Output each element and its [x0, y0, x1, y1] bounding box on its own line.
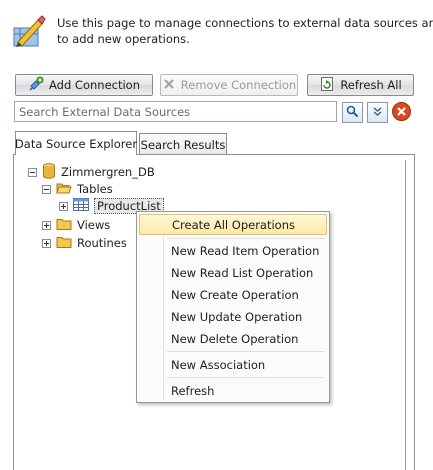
folder-icon — [56, 217, 72, 234]
expand-toggle[interactable] — [42, 220, 51, 230]
routines-label: Routines — [77, 236, 127, 250]
close-icon — [391, 101, 412, 125]
collapse-toggle[interactable] — [28, 167, 37, 177]
menu-item-new-delete-operation[interactable]: New Delete Operation — [139, 328, 327, 349]
tree-node-tables[interactable]: Tables — [42, 181, 113, 197]
database-label: Zimmergren_DB — [61, 165, 155, 179]
menu-separator — [167, 351, 325, 352]
menu-item-new-create-operation[interactable]: New Create Operation — [139, 284, 327, 305]
menu-item-label: New Create Operation — [171, 287, 299, 302]
tab-label: Data Source Explorer — [14, 136, 138, 151]
menu-item-label: New Read List Operation — [171, 265, 314, 280]
page-description: Use this page to manage connections to e… — [57, 15, 433, 47]
menu-item-new-update-operation[interactable]: New Update Operation — [139, 306, 327, 327]
expand-toggle[interactable] — [59, 201, 68, 211]
menu-item-refresh[interactable]: Refresh — [139, 380, 327, 401]
database-icon — [42, 162, 56, 182]
add-connection-icon — [28, 76, 44, 95]
table-icon — [73, 198, 89, 214]
panel-divider — [405, 160, 406, 470]
menu-item-new-read-list-operation[interactable]: New Read List Operation — [139, 262, 327, 283]
tables-label: Tables — [77, 182, 113, 196]
page-description-line2: to add new operations. — [57, 32, 190, 46]
refresh-all-button[interactable]: Refresh All — [307, 74, 414, 96]
page-description-line1: Use this page to manage connections to e… — [57, 16, 433, 30]
refresh-all-label: Refresh All — [340, 78, 402, 92]
clear-search-button[interactable] — [391, 101, 412, 125]
menu-item-create-all-operations[interactable]: Create All Operations — [139, 214, 327, 235]
search-button[interactable] — [342, 102, 363, 123]
tab-search-results[interactable]: Search Results — [139, 133, 227, 155]
tree-node-routines[interactable]: Routines — [42, 235, 127, 251]
collapse-toggle[interactable] — [42, 184, 51, 194]
menu-item-label: Create All Operations — [172, 217, 296, 232]
remove-icon — [162, 77, 176, 94]
add-connection-label: Add Connection — [49, 78, 140, 92]
tree-node-database[interactable]: Zimmergren_DB — [28, 162, 155, 182]
remove-connection-label: Remove Connection — [180, 78, 297, 92]
chevron-down-icon — [372, 106, 383, 120]
search-icon — [346, 105, 359, 121]
menu-item-new-association[interactable]: New Association — [139, 354, 327, 375]
menu-separator — [167, 377, 325, 378]
search-input[interactable] — [14, 101, 337, 122]
tab-label: Search Results — [140, 137, 226, 152]
refresh-icon — [319, 76, 335, 95]
folder-icon — [56, 235, 72, 252]
remove-connection-button[interactable]: Remove Connection — [160, 74, 298, 96]
page-settings-icon — [12, 14, 46, 48]
add-connection-button[interactable]: Add Connection — [15, 74, 153, 96]
views-label: Views — [77, 218, 111, 232]
menu-item-label: New Association — [171, 357, 266, 372]
expand-toggle[interactable] — [42, 238, 51, 248]
menu-item-label: Refresh — [171, 383, 215, 398]
menu-item-label: New Delete Operation — [171, 331, 299, 346]
menu-separator — [167, 238, 325, 239]
menu-item-label: New Update Operation — [171, 309, 303, 324]
tree-node-views[interactable]: Views — [42, 217, 110, 233]
search-options-button[interactable] — [367, 102, 388, 123]
tab-data-source-explorer[interactable]: Data Source Explorer — [15, 131, 137, 155]
context-menu: Create All Operations New Read Item Oper… — [136, 211, 330, 403]
menu-item-label: New Read Item Operation — [171, 243, 320, 258]
folder-open-icon — [56, 181, 72, 198]
menu-item-new-read-item-operation[interactable]: New Read Item Operation — [139, 240, 327, 261]
